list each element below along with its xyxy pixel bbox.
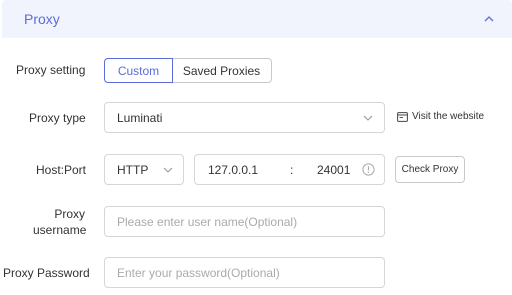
- proxy-type-value: Luminati: [117, 110, 163, 125]
- host-port-label: Host:Port: [36, 163, 87, 177]
- visit-website-label: Visit the website: [412, 111, 485, 122]
- chevron-up-icon[interactable]: [483, 13, 495, 25]
- proxy-type-label: Proxy type: [29, 111, 86, 125]
- port-value: 24001: [317, 162, 351, 177]
- check-proxy-button[interactable]: Check Proxy: [395, 156, 465, 183]
- protocol-select[interactable]: HTTP: [104, 154, 184, 185]
- password-placeholder: Enter your password(Optional): [117, 265, 280, 280]
- section-title: Proxy: [24, 11, 60, 27]
- proxy-setting-label: Proxy setting: [16, 63, 86, 77]
- info-icon[interactable]: [362, 163, 375, 176]
- password-label: Proxy Password: [3, 266, 90, 280]
- browser-window-icon: [397, 111, 408, 122]
- protocol-value: HTTP: [117, 162, 149, 177]
- custom-tab[interactable]: Custom: [104, 58, 173, 83]
- username-label-line2: username: [33, 223, 87, 237]
- password-input[interactable]: Enter your password(Optional): [104, 257, 385, 288]
- visit-website-link[interactable]: Visit the website: [397, 111, 484, 122]
- username-placeholder: Please enter user name(Optional): [117, 214, 298, 229]
- chevron-down-icon: [163, 167, 173, 173]
- username-label-line1: Proxy: [54, 207, 85, 221]
- proxy-section-header[interactable]: Proxy: [2, 0, 512, 38]
- username-input[interactable]: Please enter user name(Optional): [104, 206, 385, 237]
- chevron-down-icon: [363, 115, 373, 121]
- host-value: 127.0.0.1: [208, 162, 259, 177]
- proxy-type-select[interactable]: Luminati: [104, 102, 385, 133]
- host-port-separator: :: [290, 162, 294, 177]
- saved-proxies-tab[interactable]: Saved Proxies: [172, 58, 272, 83]
- host-port-input[interactable]: 127.0.0.1 : 24001: [194, 154, 385, 185]
